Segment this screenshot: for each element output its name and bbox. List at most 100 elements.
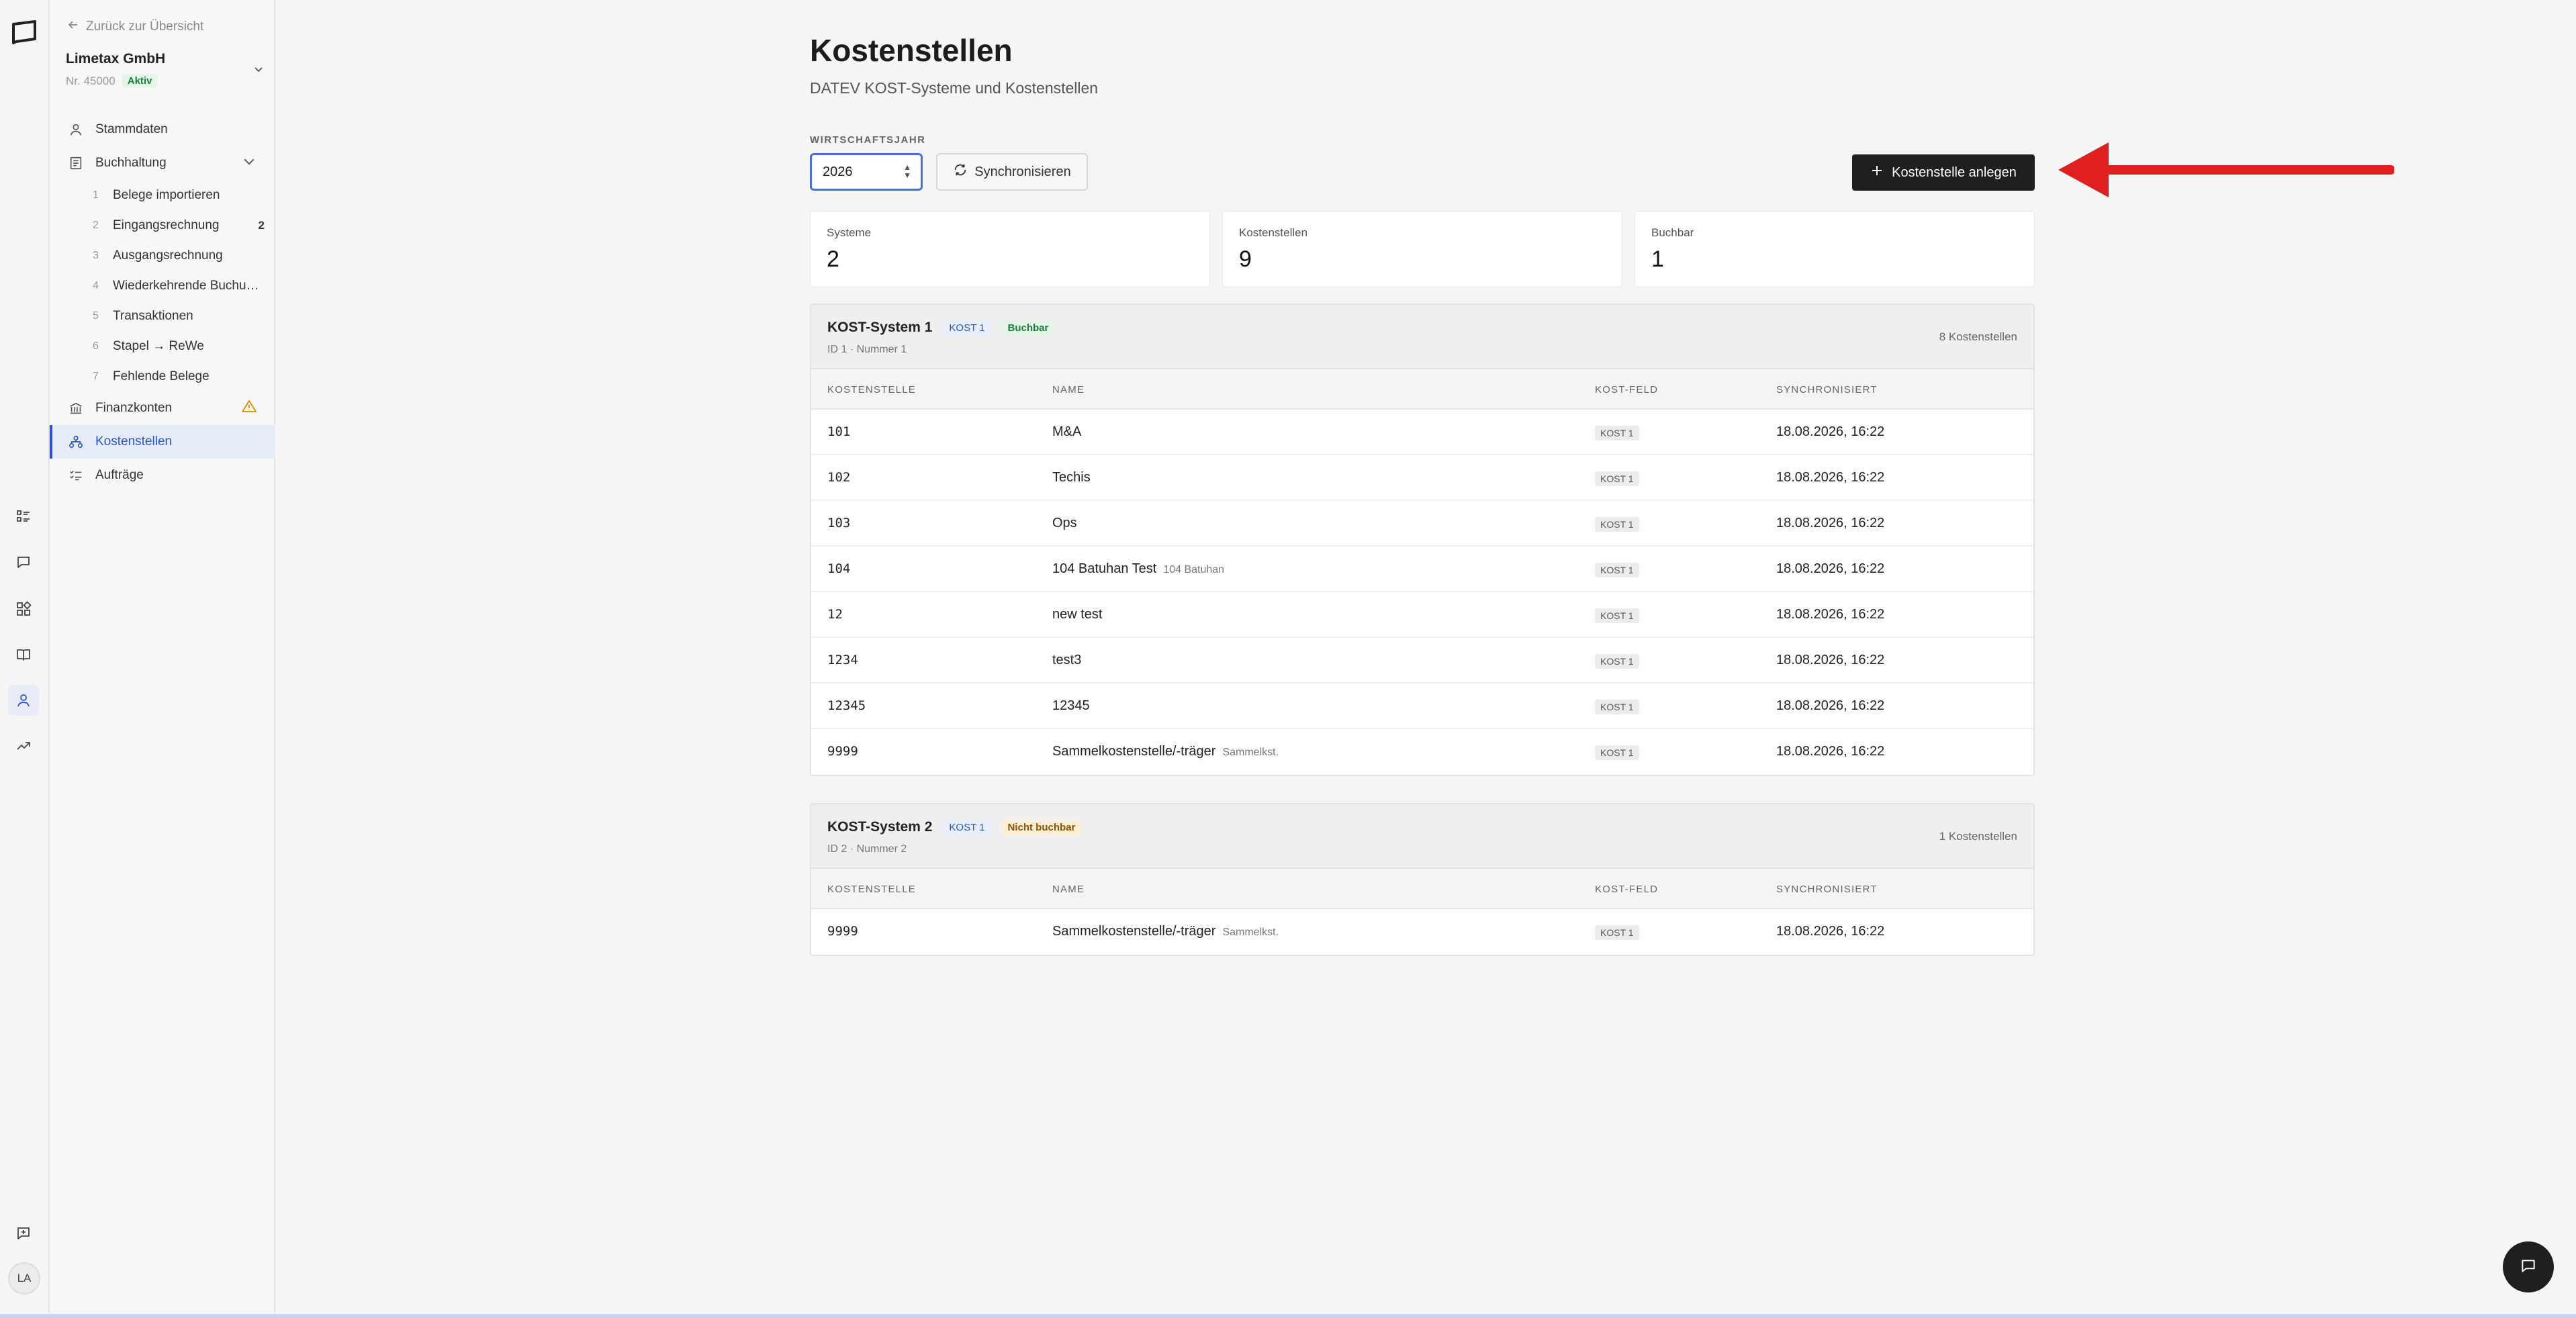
kost-field-chip: KOST 1: [1595, 563, 1639, 577]
annotation-arrow-icon: [2058, 142, 2394, 197]
chevron-down-icon: [252, 63, 265, 79]
table-row[interactable]: 12 new test KOST 1 18.08.2026, 16:22: [811, 592, 2033, 638]
sync-button-label: Synchronisieren: [974, 164, 1071, 179]
short-name: Sammelkst.: [1222, 747, 1279, 758]
stepper-icon[interactable]: ▲ ▼: [903, 163, 911, 179]
company-switcher[interactable]: Limetax GmbH Nr. 45000 Aktiv: [66, 51, 265, 88]
kost-field-badge: KOST 1: [943, 819, 991, 835]
table-row[interactable]: 102 Techis KOST 1 18.08.2026, 16:22: [811, 455, 2033, 501]
year-input[interactable]: 2026 ▲ ▼: [810, 153, 923, 191]
plus-icon: [1870, 164, 1884, 181]
sidebar: Zurück zur Übersicht Limetax GmbH Nr. 45…: [50, 0, 275, 1313]
feedback-icon[interactable]: [8, 1218, 39, 1249]
kost-system-card-1: KOST-System 1 KOST 1 Buchbar ID 1 · Numm…: [810, 303, 2035, 776]
table-row[interactable]: 103 Ops KOST 1 18.08.2026, 16:22: [811, 501, 2033, 547]
chat-support-button[interactable]: [2503, 1241, 2554, 1292]
sidebar-subitem-label: Fehlende Belege: [113, 369, 210, 383]
stat-label: Kostenstellen: [1239, 226, 1308, 239]
column-header: NAME: [1052, 884, 1085, 895]
column-header: KOST-FELD: [1595, 384, 1659, 395]
synced-timestamp: 18.08.2026, 16:22: [1776, 561, 1885, 576]
sidebar-item-label: Aufträge: [95, 468, 144, 482]
cost-center-name: 104 Batuhan Test 104 Batuhan: [1052, 561, 1225, 576]
synced-timestamp: 18.08.2026, 16:22: [1776, 424, 1885, 439]
page-title: Kostenstellen: [810, 33, 1013, 68]
icon-rail: LA: [0, 0, 50, 1313]
card-header: KOST-System 2 KOST 1 Nicht buchbar ID 2 …: [811, 804, 2033, 869]
sidebar-item-label: Kostenstellen: [95, 434, 173, 449]
table-row[interactable]: 9999 Sammelkostenstelle/-träger Sammelkst…: [811, 729, 2033, 775]
stat-card-bookable: Buchbar 1: [1635, 211, 2035, 287]
app-logo-icon[interactable]: [9, 19, 39, 46]
dashboard-icon[interactable]: [8, 501, 39, 532]
chat-icon: [2520, 1257, 2537, 1278]
kost-field-chip: KOST 1: [1595, 608, 1639, 623]
table-row[interactable]: 12345 12345 KOST 1 18.08.2026, 16:22: [811, 684, 2033, 729]
sidebar-item-stammdaten[interactable]: Stammdaten: [50, 113, 275, 146]
company-number: Nr. 45000: [66, 74, 116, 87]
sync-button[interactable]: Synchronisieren: [936, 153, 1088, 191]
modules-icon[interactable]: [8, 594, 39, 624]
card-header: KOST-System 1 KOST 1 Buchbar ID 1 · Numm…: [811, 305, 2033, 369]
sidebar-item-finanzkonten[interactable]: Finanzkonten: [50, 391, 275, 425]
count-badge: 2: [258, 218, 265, 232]
sidebar-subitem-7[interactable]: 7 Fehlende Belege: [50, 361, 275, 391]
sidebar-nav: Stammdaten Buchhaltung 1 Belege importie…: [50, 113, 275, 492]
column-header: KOSTENSTELLE: [827, 384, 916, 395]
table-header: KOSTENSTELLE NAME KOST-FELD SYNCHRONISIE…: [811, 369, 2033, 410]
table-row[interactable]: 1234 test3 KOST 1 18.08.2026, 16:22: [811, 638, 2033, 684]
cost-center-name: Ops: [1052, 516, 1077, 530]
column-header: KOST-FELD: [1595, 884, 1659, 895]
page-subtitle: DATEV KOST-Systeme und Kostenstellen: [810, 79, 1099, 97]
step-number: 7: [93, 370, 99, 382]
column-header: SYNCHRONISIERT: [1776, 384, 1878, 395]
stat-card-cost-centers: Kostenstellen 9: [1222, 211, 1622, 287]
table-row[interactable]: 101 M&A KOST 1 18.08.2026, 16:22: [811, 410, 2033, 455]
short-name: 104 Batuhan: [1163, 564, 1225, 575]
sidebar-item-auftraege[interactable]: Aufträge: [50, 459, 275, 492]
cost-center-name: Techis: [1052, 470, 1091, 485]
status-badge: Buchbar: [1001, 320, 1055, 336]
sidebar-subitem-label: Transaktionen: [113, 308, 193, 323]
back-link-label: Zurück zur Übersicht: [86, 19, 204, 34]
create-cost-center-button[interactable]: Kostenstelle anlegen: [1852, 154, 2035, 191]
back-link[interactable]: Zurück zur Übersicht: [67, 19, 203, 35]
table-row[interactable]: 104 104 Batuhan Test 104 Batuhan KOST 1 1…: [811, 547, 2033, 592]
synced-timestamp: 18.08.2026, 16:22: [1776, 744, 1885, 759]
synced-timestamp: 18.08.2026, 16:22: [1776, 516, 1885, 530]
sidebar-subitem-1[interactable]: 1 Belege importieren: [50, 180, 275, 210]
step-number: 6: [93, 340, 99, 352]
column-header: SYNCHRONISIERT: [1776, 884, 1878, 895]
cost-center-code: 12: [827, 607, 843, 622]
cost-center-code: 1234: [827, 653, 858, 667]
short-name: Sammelkst.: [1222, 927, 1279, 938]
system-count: 1 Kostenstellen: [1939, 830, 2017, 843]
cost-center-code: 103: [827, 516, 851, 530]
sidebar-subitem-4[interactable]: 4 Wiederkehrende Buchungen: [50, 271, 275, 301]
cost-center-name: new test: [1052, 607, 1103, 622]
sidebar-subitem-5[interactable]: 5 Transaktionen: [50, 301, 275, 331]
trending-icon[interactable]: [8, 731, 39, 761]
chat-icon[interactable]: [8, 547, 39, 577]
avatar[interactable]: LA: [8, 1262, 40, 1295]
cost-center-code: 104: [827, 561, 851, 576]
cost-center-code: 12345: [827, 698, 866, 713]
sidebar-item-kostenstellen[interactable]: Kostenstellen: [50, 425, 275, 459]
kost-field-badge: KOST 1: [943, 320, 991, 336]
kost-field-chip: KOST 1: [1595, 700, 1639, 714]
cost-center-name: test3: [1052, 653, 1082, 667]
table-header: KOSTENSTELLE NAME KOST-FELD SYNCHRONISIE…: [811, 869, 2033, 909]
sidebar-subitem-6[interactable]: 6 Stapel → ReWe: [50, 331, 275, 361]
table-row[interactable]: 9999 Sammelkostenstelle/-träger Sammelkst…: [811, 909, 2033, 955]
book-icon[interactable]: [8, 639, 39, 670]
checklist-icon: [70, 470, 82, 481]
step-number: 4: [93, 279, 99, 291]
stat-card-systems: Systeme 2: [810, 211, 1210, 287]
stat-label: Systeme: [827, 226, 872, 239]
clients-icon[interactable]: [8, 685, 39, 716]
hierarchy-icon: [69, 435, 83, 449]
sidebar-subitem-2[interactable]: 2 Eingangsrechnung 2: [50, 210, 275, 240]
sidebar-subitem-3[interactable]: 3 Ausgangsrechnung: [50, 240, 275, 271]
sidebar-item-buchhaltung[interactable]: Buchhaltung: [50, 146, 275, 180]
status-badge: Nicht buchbar: [1001, 819, 1082, 835]
